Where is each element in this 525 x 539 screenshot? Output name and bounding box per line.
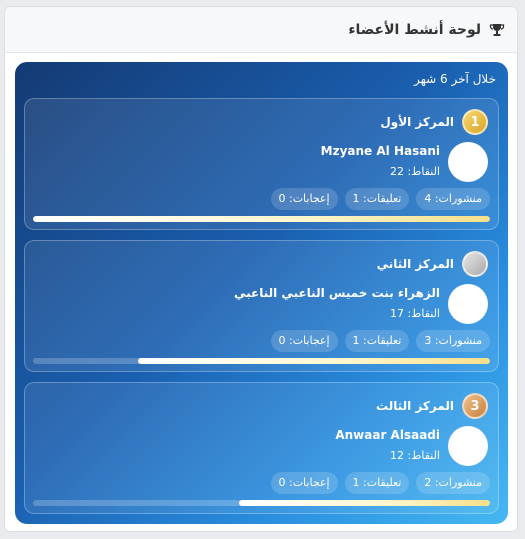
comments-count-pill: تعليقات: 1 (344, 330, 410, 352)
likes-count-pill: إعجابات: 0 (270, 330, 338, 352)
member-name[interactable]: Mzyane Al Hasani (321, 144, 440, 158)
leaderboard-panel: خلال آخر 6 شهر 1 المركز الأول Mzyane Al … (15, 62, 508, 524)
stats-row: منشورات: 2 تعليقات: 1 إعجابات: 0 (270, 472, 490, 494)
posts-count-pill: منشورات: 4 (416, 188, 490, 210)
progress-fill (33, 216, 490, 222)
silver-medal-badge (462, 251, 488, 277)
comments-count-pill: تعليقات: 1 (344, 188, 410, 210)
progress-bar (33, 216, 490, 222)
avatar[interactable] (448, 426, 488, 466)
likes-count-pill: إعجابات: 0 (270, 472, 338, 494)
stats-row: منشورات: 3 تعليقات: 1 إعجابات: 0 (270, 330, 490, 352)
points-label: النقاط: 22 (389, 165, 440, 178)
comments-count-pill: تعليقات: 1 (344, 472, 410, 494)
avatar[interactable] (448, 142, 488, 182)
rank-label: المركز الثاني (376, 257, 454, 271)
progress-fill (138, 358, 490, 364)
rank-label: المركز الأول (380, 115, 454, 129)
active-members-widget: لوحة أنشط الأعضاء خلال آخر 6 شهر 1 المرك… (4, 6, 518, 532)
leaderboard-card-third[interactable]: 3 المركز الثالث Anwaar Alsaadi النقاط: 1… (24, 382, 499, 514)
rank-row: المركز الثاني (377, 251, 488, 277)
posts-count-pill: منشورات: 2 (416, 472, 490, 494)
stats-row: منشورات: 4 تعليقات: 1 إعجابات: 0 (270, 188, 490, 210)
widget-header: لوحة أنشط الأعضاء (5, 7, 517, 53)
member-name[interactable]: الزهراء بنت خميس الناعبي الناعبي (234, 286, 440, 300)
progress-fill (238, 500, 490, 506)
likes-count-pill: إعجابات: 0 (270, 188, 338, 210)
member-name[interactable]: Anwaar Alsaadi (335, 428, 440, 442)
gold-medal-badge: 1 (462, 109, 488, 135)
points-label: النقاط: 17 (389, 307, 440, 320)
progress-bar (33, 358, 490, 364)
points-label: النقاط: 12 (389, 449, 440, 462)
bronze-medal-badge: 3 (462, 393, 488, 419)
leaderboard-card-second[interactable]: المركز الثاني الزهراء بنت خميس الناعبي ا… (24, 240, 499, 372)
rank-row: 3 المركز الثالث (376, 393, 488, 419)
trophy-icon (489, 22, 505, 38)
widget-title: لوحة أنشط الأعضاء (348, 21, 481, 38)
progress-bar (33, 500, 490, 506)
posts-count-pill: منشورات: 3 (416, 330, 490, 352)
avatar[interactable] (448, 284, 488, 324)
rank-label: المركز الثالث (376, 399, 454, 413)
leaderboard-card-first[interactable]: 1 المركز الأول Mzyane Al Hasani النقاط: … (24, 98, 499, 230)
period-label: خلال آخر 6 شهر (414, 72, 496, 86)
rank-row: 1 المركز الأول (380, 109, 488, 135)
